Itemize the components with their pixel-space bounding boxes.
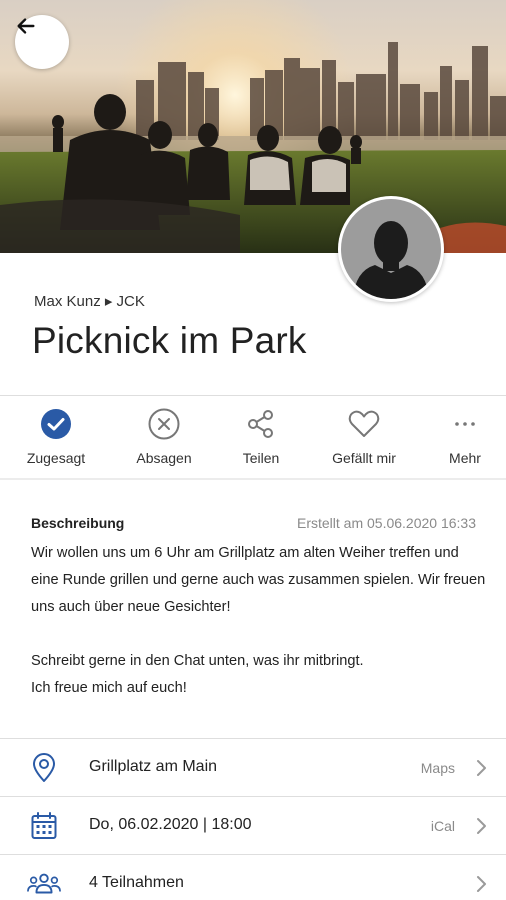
date-text: Do, 06.02.2020 | 18:00 bbox=[89, 816, 252, 833]
back-button[interactable] bbox=[15, 15, 69, 69]
chevron-right-icon bbox=[477, 876, 486, 892]
description-text: Wir wollen uns um 6 Uhr am Grillplatz am… bbox=[31, 545, 486, 696]
more-button[interactable]: Mehr bbox=[436, 396, 494, 478]
x-circle-icon bbox=[148, 408, 180, 440]
people-icon bbox=[27, 873, 61, 894]
check-circle-icon bbox=[41, 409, 71, 439]
decline-label: Absagen bbox=[136, 450, 192, 466]
person-silhouette-icon bbox=[353, 221, 429, 299]
maps-link[interactable]: Maps bbox=[421, 760, 455, 776]
arrow-left-icon bbox=[17, 18, 35, 34]
like-button[interactable]: Gefällt mir bbox=[318, 396, 410, 478]
like-label: Gefällt mir bbox=[332, 450, 396, 466]
organizer-breadcrumb[interactable]: Max Kunz ▸ JCK bbox=[34, 292, 145, 310]
location-text: Grillplatz am Main bbox=[89, 758, 218, 775]
section-separator bbox=[0, 478, 506, 480]
more-label: Mehr bbox=[449, 450, 481, 466]
calendar-icon bbox=[31, 812, 57, 839]
chevron-right-icon bbox=[477, 818, 486, 834]
participants-text: 4 Teilnahmen bbox=[89, 874, 184, 891]
map-pin-icon bbox=[33, 753, 55, 782]
event-title: Picknick im Park bbox=[32, 320, 307, 361]
more-icon bbox=[455, 422, 475, 426]
share-button[interactable]: Teilen bbox=[222, 396, 300, 478]
participants-row[interactable]: 4 Teilnahmen bbox=[0, 855, 506, 900]
share-label: Teilen bbox=[242, 450, 280, 466]
description-heading: Beschreibung bbox=[31, 515, 125, 531]
date-row[interactable]: Do, 06.02.2020 | 18:00 iCal bbox=[0, 797, 506, 855]
accept-button[interactable]: Zugesagt bbox=[14, 396, 98, 478]
action-bar: Zugesagt Absagen Teilen Gefällt mir Mehr bbox=[0, 396, 506, 478]
ical-link[interactable]: iCal bbox=[431, 818, 455, 834]
heart-icon bbox=[348, 410, 380, 437]
accept-label: Zugesagt bbox=[26, 450, 86, 466]
created-timestamp: Erstellt am 05.06.2020 16:33 bbox=[296, 515, 476, 531]
location-row[interactable]: Grillplatz am Main Maps bbox=[0, 739, 506, 797]
share-icon bbox=[248, 410, 273, 438]
organizer-avatar[interactable] bbox=[338, 196, 444, 302]
decline-button[interactable]: Absagen bbox=[122, 396, 206, 478]
chevron-right-icon bbox=[477, 760, 486, 776]
